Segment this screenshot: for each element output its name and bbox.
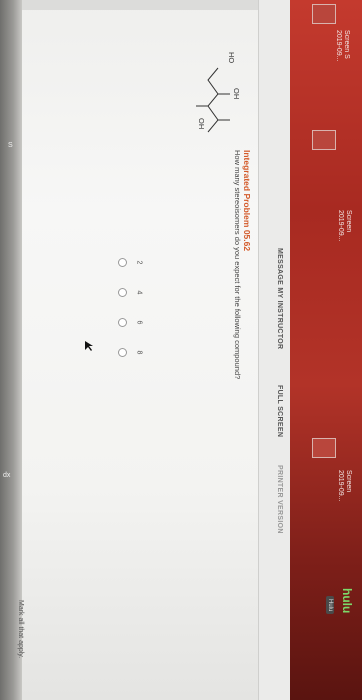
question-prompt: How many stereoisomers do you expect for… (233, 150, 242, 380)
molecule-label-oh-right: OH (197, 118, 206, 130)
desktop-item-label[interactable]: Screen S (343, 30, 350, 59)
molecule-structure (196, 67, 230, 133)
option-label: 6 (135, 320, 143, 325)
desktop-item-sub: 2019-09... (335, 30, 342, 62)
left-window-edge: S dx (0, 0, 22, 700)
hulu-logo[interactable]: hulu (340, 588, 354, 613)
page-top-edge (22, 0, 290, 10)
screenshot-thumbnail[interactable] (312, 130, 336, 150)
answer-option[interactable]: 2 (118, 258, 143, 267)
screenshot-thumbnail[interactable] (312, 438, 336, 458)
assignment-toolbar: MESSAGE MY INSTRUCTOR FULL SCREEN PRINTE… (258, 0, 291, 700)
option-label: 4 (135, 290, 143, 295)
edge-mark: S (8, 142, 13, 149)
desktop-item-label[interactable]: Screen (345, 210, 352, 232)
option-label: 2 (135, 260, 143, 265)
edge-mark: dx (3, 472, 11, 479)
answer-option[interactable]: 8 (118, 348, 143, 357)
question-page (22, 0, 290, 700)
molecule-label-oh-top: OH (232, 88, 241, 100)
radio-button[interactable] (118, 258, 127, 267)
molecule-label-ho: HO (227, 52, 236, 64)
option-label: 8 (135, 350, 143, 355)
screenshot-thumbnail[interactable] (312, 4, 336, 24)
radio-button[interactable] (118, 318, 127, 327)
hulu-app-badge[interactable]: Hulu (326, 596, 334, 615)
desktop-item-sub: 2019-09... (337, 470, 344, 502)
radio-button[interactable] (118, 348, 127, 357)
desktop-background: Screen S 2019-09... Screen 2019-09... Sc… (290, 0, 362, 700)
printer-version-button[interactable]: PRINTER VERSION (276, 465, 283, 534)
desktop-item-label[interactable]: Screen (345, 470, 352, 492)
message-instructor-button[interactable]: MESSAGE MY INSTRUCTOR (276, 248, 283, 349)
mouse-cursor-icon (85, 341, 93, 351)
full-screen-button[interactable]: FULL SCREEN (276, 385, 283, 437)
radio-button[interactable] (118, 288, 127, 297)
answer-option[interactable]: 4 (118, 288, 143, 297)
question-title: Integrated Problem 05.62 (242, 150, 252, 252)
desktop-item-sub: 2019-09... (337, 210, 344, 242)
footer-hint: Mark all that apply. (17, 600, 24, 659)
answer-option[interactable]: 6 (118, 318, 143, 327)
